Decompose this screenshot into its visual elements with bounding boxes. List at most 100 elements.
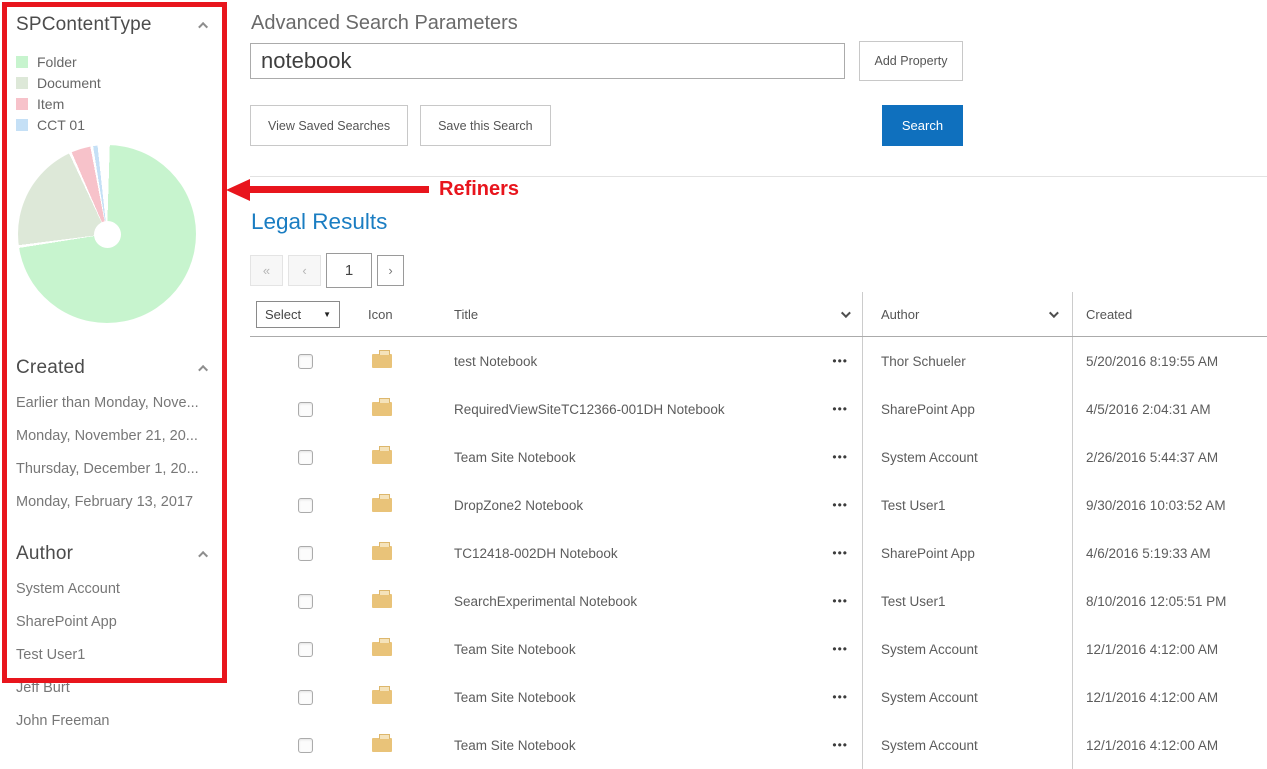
- row-checkbox[interactable]: [298, 690, 313, 705]
- row-select-cell: [250, 625, 360, 673]
- search-query-input[interactable]: [250, 43, 845, 79]
- collapse-chevron-up-icon[interactable]: [198, 550, 208, 560]
- row-title[interactable]: SearchExperimental Notebook: [454, 594, 637, 609]
- pagination-current-page[interactable]: 1: [326, 253, 372, 288]
- row-title[interactable]: test Notebook: [454, 354, 537, 369]
- row-title-cell: RequiredViewSiteTC12366-001DH Notebook •…: [446, 385, 862, 433]
- row-menu-ellipsis-icon[interactable]: •••: [832, 402, 848, 416]
- row-checkbox[interactable]: [298, 546, 313, 561]
- row-menu-ellipsis-icon[interactable]: •••: [832, 354, 848, 368]
- pagination-prev-button[interactable]: ‹: [288, 255, 321, 286]
- refiner-created: Created Earlier than Monday, Nove... Mon…: [16, 357, 234, 519]
- row-author: Test User1: [862, 577, 1072, 625]
- row-checkbox[interactable]: [298, 642, 313, 657]
- results-table-header: Select ▼ Icon Title Author Created: [250, 292, 1267, 337]
- legend-item-item[interactable]: Item: [16, 93, 234, 114]
- folder-icon: [372, 738, 392, 752]
- legend-item-folder[interactable]: Folder: [16, 51, 234, 72]
- row-menu-ellipsis-icon[interactable]: •••: [832, 642, 848, 656]
- column-header-created: Created: [1072, 292, 1267, 336]
- folder-icon: [372, 498, 392, 512]
- refiner-header: SPContentType: [16, 14, 208, 36]
- row-checkbox[interactable]: [298, 402, 313, 417]
- refiner-title-created: Created: [16, 357, 85, 379]
- content-type-legend: Folder Document Item CCT 01: [16, 51, 234, 135]
- dropdown-caret-icon: ▼: [323, 310, 331, 319]
- row-title[interactable]: TC12418-002DH Notebook: [454, 546, 618, 561]
- row-menu-ellipsis-icon[interactable]: •••: [832, 690, 848, 704]
- results-heading: Legal Results: [251, 209, 1267, 235]
- author-refiner-item[interactable]: System Account: [16, 573, 234, 606]
- row-title[interactable]: Team Site Notebook: [454, 738, 576, 753]
- select-dropdown[interactable]: Select ▼: [256, 301, 340, 328]
- table-row: Team Site Notebook ••• System Account 12…: [250, 625, 1267, 673]
- save-this-search-button[interactable]: Save this Search: [420, 105, 551, 146]
- pagination: « ‹ 1 ›: [250, 253, 1267, 288]
- folder-icon: [372, 594, 392, 608]
- created-refiner-item[interactable]: Earlier than Monday, Nove...: [16, 387, 234, 420]
- row-select-cell: [250, 385, 360, 433]
- row-created: 12/1/2016 4:12:00 AM: [1072, 625, 1267, 673]
- author-refiner-item[interactable]: Jeff Burt: [16, 672, 234, 705]
- row-title[interactable]: DropZone2 Notebook: [454, 498, 583, 513]
- row-title-cell: TC12418-002DH Notebook •••: [446, 529, 862, 577]
- row-icon-cell: [360, 577, 446, 625]
- row-author: Thor Schueler: [862, 337, 1072, 385]
- title-column-chevron-down-icon[interactable]: [841, 308, 851, 318]
- row-created: 8/10/2016 12:05:51 PM: [1072, 577, 1267, 625]
- folder-icon: [372, 402, 392, 416]
- search-button[interactable]: Search: [882, 105, 963, 146]
- table-row: test Notebook ••• Thor Schueler 5/20/201…: [250, 337, 1267, 385]
- created-refiner-item[interactable]: Monday, November 21, 20...: [16, 420, 234, 453]
- table-row: Team Site Notebook ••• System Account 2/…: [250, 433, 1267, 481]
- row-menu-ellipsis-icon[interactable]: •••: [832, 594, 848, 608]
- row-icon-cell: [360, 673, 446, 721]
- legend-swatch: [16, 56, 28, 68]
- created-refiner-item[interactable]: Thursday, December 1, 20...: [16, 453, 234, 486]
- row-menu-ellipsis-icon[interactable]: •••: [832, 738, 848, 752]
- legend-item-cct01[interactable]: CCT 01: [16, 114, 234, 135]
- row-checkbox[interactable]: [298, 498, 313, 513]
- legend-swatch: [16, 119, 28, 131]
- row-icon-cell: [360, 481, 446, 529]
- select-dropdown-label: Select: [265, 307, 301, 322]
- view-saved-searches-button[interactable]: View Saved Searches: [250, 105, 408, 146]
- refiners-sidebar: SPContentType Folder Document Item CCT 0…: [0, 0, 250, 756]
- author-column-chevron-down-icon[interactable]: [1049, 308, 1059, 318]
- pagination-first-button[interactable]: «: [250, 255, 283, 286]
- row-menu-ellipsis-icon[interactable]: •••: [832, 546, 848, 560]
- legend-swatch: [16, 77, 28, 89]
- collapse-chevron-up-icon[interactable]: [198, 364, 208, 374]
- row-title[interactable]: Team Site Notebook: [454, 690, 576, 705]
- row-checkbox[interactable]: [298, 594, 313, 609]
- row-title[interactable]: RequiredViewSiteTC12366-001DH Notebook: [454, 402, 725, 417]
- collapse-chevron-up-icon[interactable]: [198, 21, 208, 31]
- folder-icon: [372, 450, 392, 464]
- created-refiner-item[interactable]: Monday, February 13, 2017: [16, 486, 234, 519]
- main-content: Advanced Search Parameters Add Property …: [250, 0, 1267, 769]
- content-type-pie-chart[interactable]: [18, 145, 196, 323]
- row-checkbox[interactable]: [298, 450, 313, 465]
- refiner-header: Author: [16, 543, 208, 565]
- folder-icon: [372, 546, 392, 560]
- author-refiner-item[interactable]: John Freeman: [16, 705, 234, 738]
- row-created: 2/26/2016 5:44:37 AM: [1072, 433, 1267, 481]
- pagination-next-button[interactable]: ›: [377, 255, 404, 286]
- actions-row: View Saved Searches Save this Search Sea…: [250, 105, 963, 146]
- author-refiner-item[interactable]: SharePoint App: [16, 606, 234, 639]
- row-icon-cell: [360, 337, 446, 385]
- author-refiner-list: System Account SharePoint App Test User1…: [16, 573, 234, 738]
- row-title-cell: DropZone2 Notebook •••: [446, 481, 862, 529]
- row-checkbox[interactable]: [298, 738, 313, 753]
- column-header-title-cell: Title: [446, 292, 862, 336]
- row-created: 12/1/2016 4:12:00 AM: [1072, 673, 1267, 721]
- row-checkbox[interactable]: [298, 354, 313, 369]
- legend-label: CCT 01: [37, 117, 85, 133]
- row-title[interactable]: Team Site Notebook: [454, 450, 576, 465]
- row-menu-ellipsis-icon[interactable]: •••: [832, 498, 848, 512]
- legend-item-document[interactable]: Document: [16, 72, 234, 93]
- row-title[interactable]: Team Site Notebook: [454, 642, 576, 657]
- row-menu-ellipsis-icon[interactable]: •••: [832, 450, 848, 464]
- author-refiner-item[interactable]: Test User1: [16, 639, 234, 672]
- add-property-button[interactable]: Add Property: [859, 41, 963, 81]
